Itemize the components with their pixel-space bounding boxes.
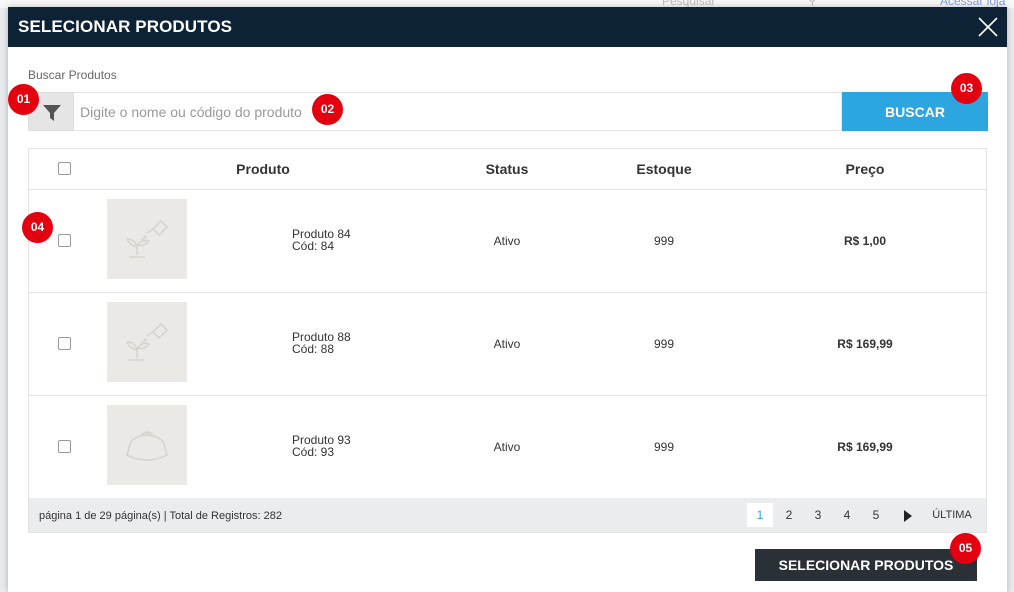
plant-watering-icon (125, 219, 169, 258)
product-price: R$ 169,99 (837, 440, 893, 454)
header-stock: Estoque (636, 161, 692, 177)
product-code: Cód: 88 (292, 342, 335, 356)
product-status: Ativo (493, 234, 521, 248)
product-stock: 999 (653, 234, 675, 248)
page-1-button[interactable]: 1 (747, 503, 773, 527)
table-row[interactable]: Produto 93 Cód: 93 Ativo 999 R$ 169,99 (29, 395, 986, 499)
table-row[interactable]: Produto 84 Cód: 84 Ativo 999 R$ 1,00 (29, 189, 986, 293)
page-4-button[interactable]: 4 (837, 503, 857, 527)
table-row[interactable]: Produto 88 Cód: 88 Ativo 999 R$ 169,99 (29, 292, 986, 396)
row-checkbox[interactable] (58, 440, 71, 453)
next-page-button[interactable] (898, 503, 918, 527)
table-header: Produto Status Estoque Preço (29, 149, 986, 190)
step-marker-03: 03 (951, 73, 982, 104)
product-thumbnail (107, 405, 187, 485)
header-status: Status (485, 161, 529, 177)
product-stock: 999 (653, 440, 675, 454)
table-footer: página 1 de 29 página(s) | Total de Regi… (29, 498, 986, 532)
filter-icon (43, 105, 61, 121)
header-product: Produto (236, 161, 290, 177)
purse-icon (126, 431, 168, 461)
product-name-cell: Produto 88 Cód: 88 (292, 331, 351, 355)
modal-title: SELECIONAR PRODUTOS (18, 17, 233, 36)
product-status: Ativo (493, 337, 521, 351)
page-5-button[interactable]: 5 (866, 503, 886, 527)
page-3-button[interactable]: 3 (808, 503, 828, 527)
pagination-summary: página 1 de 29 página(s) | Total de Regi… (39, 510, 282, 522)
plant-watering-icon (125, 322, 169, 361)
product-name-cell: Produto 84 Cód: 84 (292, 228, 351, 252)
select-products-button[interactable]: SELECIONAR PRODUTOS (755, 549, 977, 581)
product-code: Cód: 93 (292, 445, 335, 459)
modal-header: SELECIONAR PRODUTOS (8, 7, 1007, 47)
last-page-button[interactable]: ÚLTIMA (927, 503, 977, 527)
select-products-modal: SELECIONAR PRODUTOS Buscar Produtos BUSC… (8, 7, 1007, 592)
search-row: BUSCAR (28, 92, 988, 131)
search-icon: ⚲ (808, 0, 817, 7)
search-label: Buscar Produtos (28, 68, 117, 82)
product-status: Ativo (493, 440, 521, 454)
product-code: Cód: 84 (292, 239, 335, 253)
step-marker-02: 02 (312, 94, 343, 125)
product-thumbnail (107, 199, 187, 279)
product-price: R$ 1,00 (843, 234, 887, 248)
product-stock: 999 (653, 337, 675, 351)
product-thumbnail (107, 302, 187, 382)
page-2-button[interactable]: 2 (779, 503, 799, 527)
search-input[interactable] (74, 92, 842, 131)
step-marker-05: 05 (950, 533, 981, 564)
row-checkbox[interactable] (58, 234, 71, 247)
step-marker-01: 01 (8, 84, 39, 115)
close-icon[interactable] (977, 16, 999, 38)
products-table: Produto Status Estoque Preço Produto 84 … (28, 148, 987, 533)
header-price: Preço (845, 161, 885, 177)
next-arrow-icon (904, 509, 912, 522)
product-name-cell: Produto 93 Cód: 93 (292, 434, 351, 458)
step-marker-04: 04 (22, 212, 53, 243)
row-checkbox[interactable] (58, 337, 71, 350)
select-all-checkbox[interactable] (58, 162, 71, 175)
product-price: R$ 169,99 (837, 337, 893, 351)
